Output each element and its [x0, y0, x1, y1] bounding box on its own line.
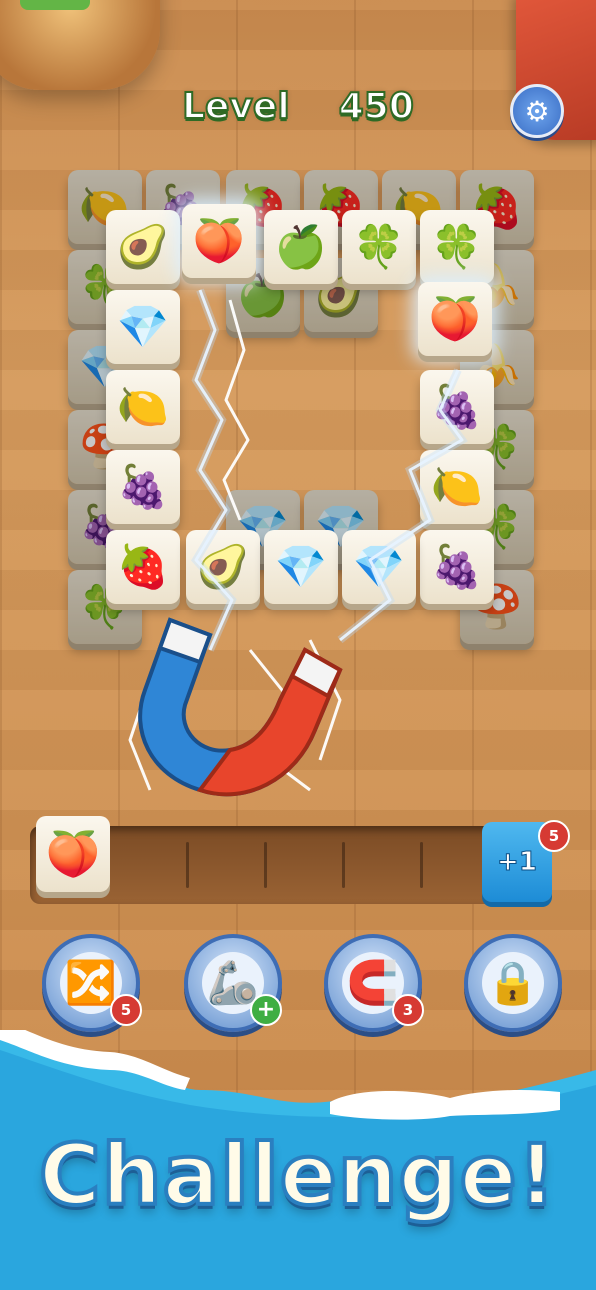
claw-icon: 🦾	[206, 958, 260, 1007]
tile-raspberry[interactable]: 🍓	[106, 530, 180, 604]
add-slot-count-badge: 5	[538, 820, 570, 852]
slot-tile-peach: 🍑	[36, 816, 110, 892]
shuffle-count-badge: 5	[110, 994, 142, 1026]
tile-grapes[interactable]: 🍇	[106, 450, 180, 524]
tile-board: 🍋 🍇 🍓 🍓 🍋 🍓 🍀 🍌 💎 🍌 🍄 🍀 🍇 🍀 🍀 💎 💎 🍄 🍏 🥑 …	[0, 0, 596, 660]
challenge-banner-text: Challenge!	[37, 1124, 558, 1226]
add-slot-label: +1	[497, 847, 538, 878]
tile-gem[interactable]: 💎	[106, 290, 180, 364]
magnet-icon: 🧲	[346, 958, 400, 1007]
tile-grapes[interactable]: 🍇	[420, 370, 494, 444]
tile-gem[interactable]: 💎	[264, 530, 338, 604]
tile-green-apple[interactable]: 🍏	[264, 210, 338, 284]
tile-lemon[interactable]: 🍋	[106, 370, 180, 444]
claw-add-badge: +	[250, 994, 282, 1026]
tile-clover[interactable]: 🍀	[420, 210, 494, 284]
magnet-count-badge: 3	[392, 994, 424, 1026]
tile-clover[interactable]: 🍀	[342, 210, 416, 284]
tile-avocado[interactable]: 🥑	[106, 210, 180, 284]
tile-grapes[interactable]: 🍇	[420, 530, 494, 604]
tile-avocado[interactable]: 🥑	[186, 530, 260, 604]
tile-peach[interactable]: 🍑	[418, 282, 492, 356]
tile-peach[interactable]: 🍑	[182, 204, 256, 278]
tile-gem[interactable]: 💎	[342, 530, 416, 604]
tile-lemon[interactable]: 🍋	[420, 450, 494, 524]
locked-booster-button[interactable]: 🔒	[464, 934, 562, 1032]
lock-icon: 🔒	[486, 958, 540, 1007]
shuffle-icon: 🔀	[64, 958, 118, 1007]
